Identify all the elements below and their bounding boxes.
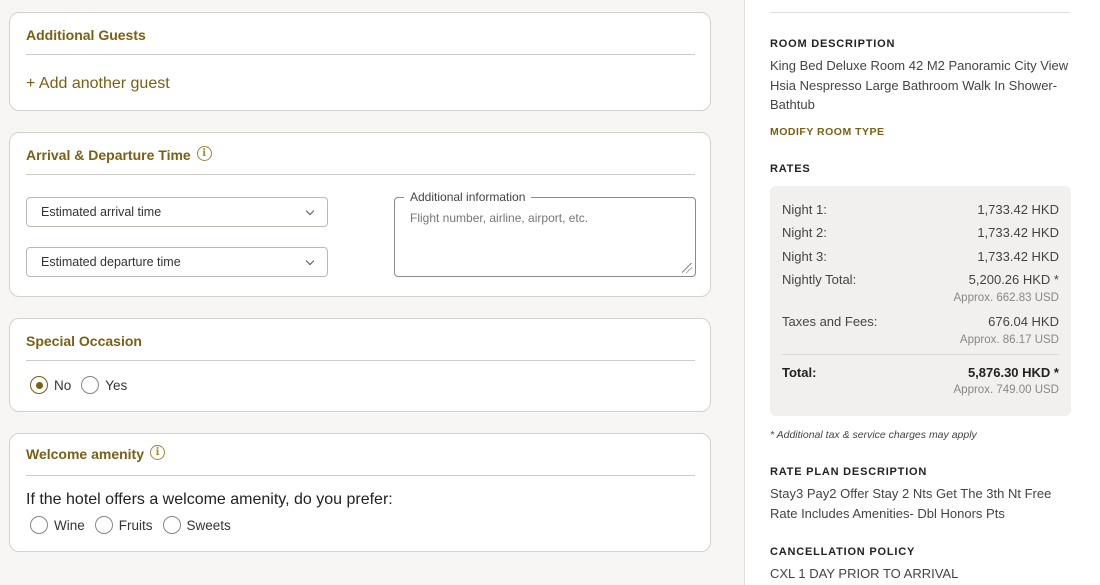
chevron-down-icon: [305, 206, 315, 215]
special-occasion-card: Special Occasion No Yes: [9, 318, 711, 412]
room-description-heading: ROOM DESCRIPTION: [770, 38, 896, 50]
rate-label: Night 3:: [782, 249, 827, 264]
divider: [770, 12, 1070, 13]
info-icon[interactable]: i: [150, 444, 166, 460]
rate-value: 676.04 HKD: [988, 314, 1059, 329]
occasion-option-label: No: [54, 377, 72, 393]
rate-plan-text: Stay3 Pay2 Offer Stay 2 Nts Get The 3th …: [770, 486, 1052, 521]
amenity-option-wine[interactable]: Wine: [30, 516, 85, 534]
divider: [26, 54, 695, 55]
rate-row-taxes: Taxes and Fees: 676.04 HKD: [782, 314, 1059, 329]
amenity-option-fruits[interactable]: Fruits: [94, 516, 153, 534]
departure-time-label: Estimated departure time: [41, 255, 181, 269]
cancellation-heading: CANCELLATION POLICY: [770, 546, 916, 558]
welcome-options: Wine Fruits Sweets: [30, 516, 237, 534]
room-description-text: King Bed Deluxe Room 42 M2 Panoramic Cit…: [770, 58, 1069, 112]
radio-selected-icon[interactable]: [30, 376, 48, 394]
radio-icon[interactable]: [162, 516, 181, 534]
welcome-amenity-card: Welcome amenity i If the hotel offers a …: [9, 433, 711, 552]
divider: [26, 475, 695, 476]
welcome-amenity-title-wrap: Welcome amenity i: [26, 444, 166, 462]
special-occasion-title: Special Occasion: [26, 333, 142, 349]
arrival-departure-title-wrap: Arrival & Departure Time i: [26, 145, 212, 163]
radio-icon[interactable]: [30, 516, 48, 534]
booking-summary-panel: ROOM DESCRIPTION King Bed Deluxe Room 42…: [744, 0, 1100, 585]
additional-info-label: Additional information: [404, 190, 532, 204]
amenity-option-label: Sweets: [186, 517, 231, 533]
info-icon[interactable]: i: [196, 145, 212, 161]
rate-value: 5,200.26 HKD *: [968, 272, 1059, 287]
additional-info-textarea[interactable]: Additional information Flight number, ai…: [394, 190, 696, 277]
modify-room-type-link[interactable]: MODIFY ROOM TYPE: [770, 126, 885, 138]
rates-box: Night 1: 1,733.42 HKD Night 2: 1,733.42 …: [770, 186, 1071, 416]
amenity-option-sweets[interactable]: Sweets: [162, 516, 231, 534]
rate-label: Nightly Total:: [782, 272, 857, 287]
resize-handle-icon[interactable]: [682, 263, 692, 273]
total-usd: Approx. 749.00 USD: [953, 384, 1059, 396]
arrival-time-label: Estimated arrival time: [41, 205, 162, 219]
chevron-down-icon: [305, 256, 315, 265]
rate-row-night-3: Night 3: 1,733.42 HKD: [782, 249, 1059, 264]
rate-value: 1,733.42 HKD: [977, 249, 1059, 264]
additional-guests-card: Additional Guests + Add another guest: [9, 12, 711, 111]
rate-value: 1,733.42 HKD: [977, 225, 1059, 240]
rate-row-night-1: Night 1: 1,733.42 HKD: [782, 202, 1059, 217]
total-label: Total:: [782, 365, 817, 380]
additional-info-placeholder: Flight number, airline, airport, etc.: [410, 211, 589, 225]
cancellation-text: CXL 1 DAY PRIOR TO ARRIVAL: [770, 566, 959, 581]
amenity-option-label: Fruits: [118, 517, 153, 533]
rates-heading: RATES: [770, 163, 811, 175]
rate-row-night-2: Night 2: 1,733.42 HKD: [782, 225, 1059, 240]
rate-row-nightly-total: Nightly Total: 5,200.26 HKD *: [782, 272, 1059, 287]
add-guest-link[interactable]: + Add another guest: [26, 75, 170, 93]
total-value: 5,876.30 HKD *: [967, 365, 1059, 380]
arrival-departure-title: Arrival & Departure Time: [26, 147, 191, 163]
rate-value: 1,733.42 HKD: [977, 202, 1059, 217]
divider: [782, 354, 1059, 355]
departure-time-select[interactable]: Estimated departure time: [26, 247, 328, 277]
radio-icon[interactable]: [81, 376, 100, 394]
welcome-amenity-title: Welcome amenity: [26, 446, 145, 462]
divider: [26, 360, 695, 361]
rate-label: Night 1:: [782, 202, 827, 217]
booking-form: Additional Guests + Add another guest Ar…: [0, 0, 730, 585]
nightly-usd: Approx. 662.83 USD: [953, 292, 1059, 304]
radio-icon[interactable]: [94, 516, 113, 534]
occasion-option-label: Yes: [105, 377, 128, 393]
rate-label: Taxes and Fees:: [782, 314, 878, 329]
arrival-time-select[interactable]: Estimated arrival time: [26, 197, 328, 227]
rate-plan-heading: RATE PLAN DESCRIPTION: [770, 466, 928, 478]
special-occasion-options: No Yes: [30, 376, 133, 394]
taxes-usd: Approx. 86.17 USD: [959, 334, 1059, 346]
rate-row-total: Total: 5,876.30 HKD *: [782, 365, 1059, 380]
occasion-option-yes[interactable]: Yes: [81, 376, 127, 394]
arrival-departure-card: Arrival & Departure Time i Estimated arr…: [9, 132, 711, 297]
welcome-question: If the hotel offers a welcome amenity, d…: [26, 491, 393, 508]
divider: [26, 174, 695, 175]
additional-guests-title: Additional Guests: [26, 27, 146, 43]
amenity-option-label: Wine: [54, 517, 85, 533]
rate-label: Night 2:: [782, 225, 827, 240]
occasion-option-no[interactable]: No: [30, 376, 71, 394]
tax-note: * Additional tax & service charges may a…: [770, 429, 977, 441]
